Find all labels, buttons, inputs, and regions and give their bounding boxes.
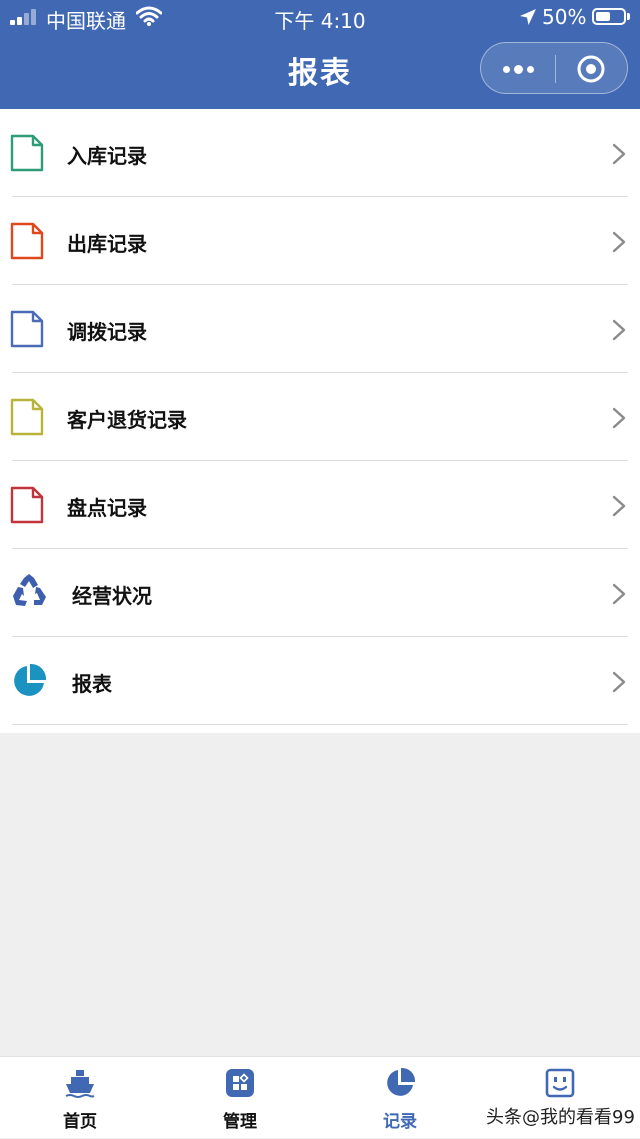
document-icon xyxy=(10,134,44,172)
list-item-label: 客户退货记录 xyxy=(67,408,187,432)
recycle-icon xyxy=(13,574,46,606)
tab-label: 首页 xyxy=(63,1112,97,1132)
mini-program-capsule xyxy=(480,42,628,94)
tab-home[interactable]: 首页 xyxy=(0,1057,160,1139)
list-item-label: 调拨记录 xyxy=(67,320,147,344)
list-item-reports[interactable]: 报表 xyxy=(0,637,640,725)
ship-icon xyxy=(65,1070,95,1098)
chevron-right-icon xyxy=(612,231,626,253)
list-item-label: 报表 xyxy=(72,672,112,696)
divider xyxy=(12,724,628,725)
chevron-right-icon xyxy=(612,143,626,165)
grid-icon xyxy=(226,1069,254,1097)
list-item-label: 盘点记录 xyxy=(67,496,147,520)
pie-chart-icon xyxy=(14,663,47,696)
report-menu-list: 入库记录 出库记录 调拨记录 客户退货记录 盘点记录 经营状况 报表 xyxy=(0,109,640,733)
status-bar: 中国联通 下午 4:10 50% xyxy=(0,0,640,34)
list-item-inbound-records[interactable]: 入库记录 xyxy=(0,109,640,197)
list-item-outbound-records[interactable]: 出库记录 xyxy=(0,197,640,285)
list-item-customer-return-records[interactable]: 客户退货记录 xyxy=(0,373,640,461)
document-icon xyxy=(10,310,44,348)
chevron-right-icon xyxy=(612,407,626,429)
battery-icon xyxy=(592,8,626,25)
top-bar: 中国联通 下午 4:10 50% 报表 xyxy=(0,0,640,109)
list-item-stocktake-records[interactable]: 盘点记录 xyxy=(0,461,640,549)
chevron-right-icon xyxy=(612,583,626,605)
list-item-label: 入库记录 xyxy=(67,144,147,168)
tab-label: 记录 xyxy=(383,1112,417,1132)
battery-tip xyxy=(627,13,630,20)
chevron-right-icon xyxy=(612,495,626,517)
close-target-icon[interactable] xyxy=(576,54,606,84)
tab-records[interactable]: 记录 xyxy=(320,1057,480,1139)
document-icon xyxy=(10,486,44,524)
location-arrow-icon xyxy=(520,9,536,25)
document-icon xyxy=(10,398,44,436)
list-item-transfer-records[interactable]: 调拨记录 xyxy=(0,285,640,373)
list-item-label: 出库记录 xyxy=(67,232,147,256)
chevron-right-icon xyxy=(612,319,626,341)
list-item-business-status[interactable]: 经营状况 xyxy=(0,549,640,637)
document-icon xyxy=(10,222,44,260)
watermark-text: 头条@我的看看99 xyxy=(486,1107,635,1128)
battery-percent: 50% xyxy=(542,5,587,29)
pie-chart-icon xyxy=(387,1067,416,1096)
chevron-right-icon xyxy=(612,671,626,693)
capsule-divider xyxy=(555,55,556,83)
tab-label: 管理 xyxy=(223,1112,257,1132)
more-dots-icon[interactable] xyxy=(503,59,539,79)
tab-manage[interactable]: 管理 xyxy=(160,1057,320,1139)
list-item-label: 经营状况 xyxy=(72,584,152,608)
face-icon xyxy=(545,1068,575,1098)
